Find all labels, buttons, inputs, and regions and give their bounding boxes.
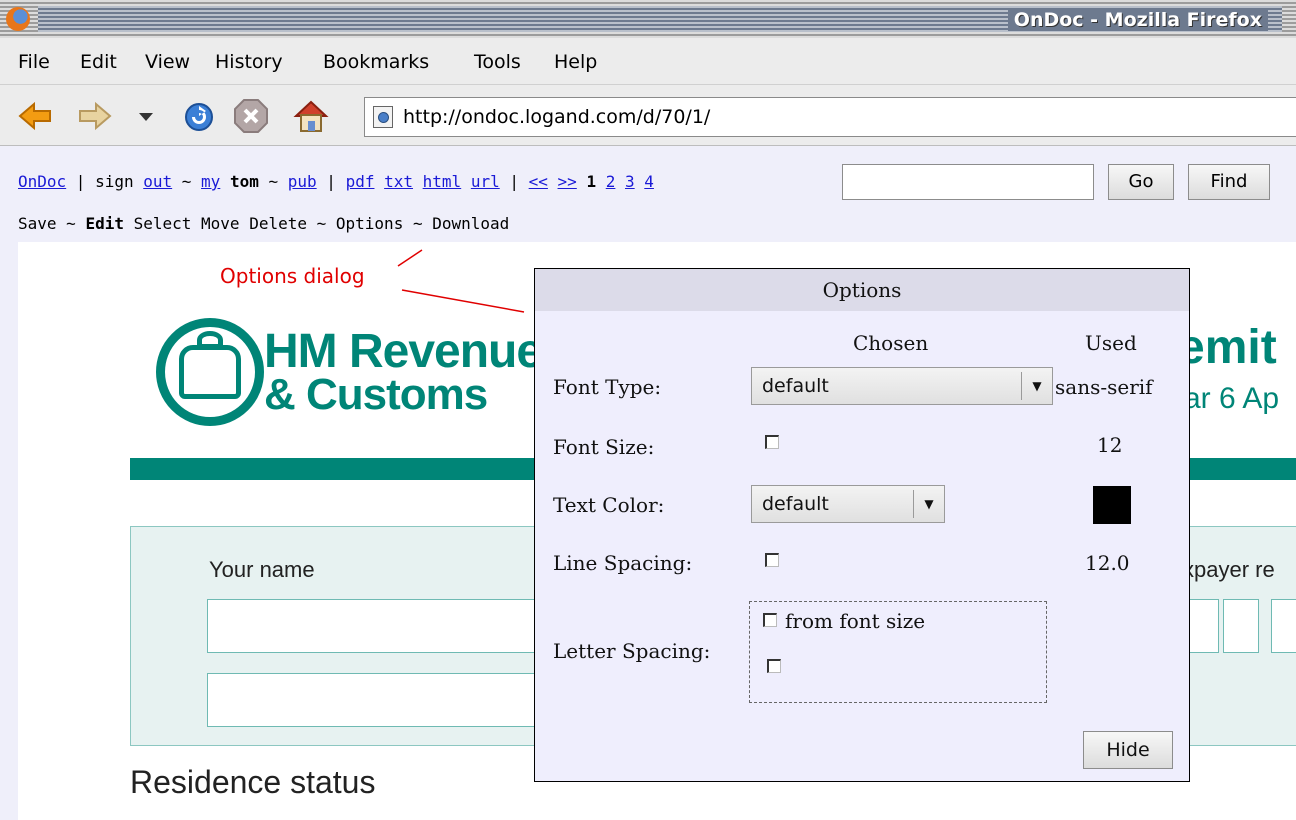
toolbar-text: | — [316, 172, 346, 191]
tax-ref-box-2[interactable] — [1223, 599, 1259, 653]
edit-action[interactable]: Edit — [85, 214, 124, 233]
text-color-value: default — [762, 493, 829, 515]
font-size-label: Font Size: — [553, 435, 655, 459]
toolbar-text: ~ — [268, 172, 288, 191]
hmrc-crest-logo — [156, 318, 264, 426]
window-titlebar[interactable]: OnDoc - Mozilla Firefox — [0, 0, 1296, 38]
username: tom — [220, 172, 269, 191]
pub-link[interactable]: pub — [288, 172, 317, 191]
next-page-link[interactable]: >> — [558, 172, 577, 191]
menu-view[interactable]: View — [145, 51, 190, 73]
chevron-down-icon: ▼ — [913, 490, 944, 518]
menu-tools[interactable]: Tools — [474, 51, 521, 73]
dialog-title[interactable]: Options — [535, 269, 1189, 311]
tax-ref-box-1[interactable] — [1185, 599, 1219, 653]
toolbar-text: | — [499, 172, 529, 191]
your-name-label: Your name — [209, 557, 315, 582]
url-bar[interactable]: http://ondoc.logand.com/d/70/1/ — [364, 97, 1296, 137]
history-dropdown-icon[interactable] — [136, 97, 156, 135]
letter-spacing-label: Letter Spacing: — [553, 639, 711, 663]
sign-out-link[interactable]: out — [143, 172, 172, 191]
my-link[interactable]: my — [201, 172, 220, 191]
font-type-used: sans-serif — [1055, 375, 1153, 399]
pdf-link[interactable]: pdf — [346, 172, 375, 191]
font-type-select[interactable]: default ▼ — [751, 367, 1053, 405]
url-text[interactable]: http://ondoc.logand.com/d/70/1/ — [403, 106, 710, 128]
find-button[interactable]: Find — [1188, 164, 1270, 200]
line-spacing-label: Line Spacing: — [553, 551, 693, 575]
text-color-select[interactable]: default ▼ — [751, 485, 945, 523]
go-button[interactable]: Go — [1108, 164, 1174, 200]
hide-button[interactable]: Hide — [1083, 731, 1173, 769]
menu-help[interactable]: Help — [554, 51, 597, 73]
chevron-down-icon: ▼ — [1021, 372, 1052, 400]
column-used-header: Used — [1085, 331, 1137, 355]
reload-icon[interactable] — [180, 97, 218, 135]
font-type-value: default — [762, 375, 829, 397]
back-icon[interactable] — [16, 97, 54, 135]
html-link[interactable]: html — [423, 172, 462, 191]
from-font-size-checkbox[interactable] — [763, 613, 777, 627]
menu-bar: File Edit View History Bookmarks Tools H… — [0, 38, 1296, 85]
edit-toolbar: Save ~ Edit Select Move Delete ~ Options… — [18, 214, 509, 233]
navigation-toolbar: http://ondoc.logand.com/d/70/1/ — [0, 85, 1296, 146]
forward-icon[interactable] — [76, 97, 114, 135]
find-input[interactable] — [842, 164, 1094, 200]
page-favicon-icon — [373, 106, 393, 128]
save-action[interactable]: Save ~ — [18, 214, 85, 233]
org-name-line2: & Customs — [264, 370, 488, 419]
options-dialog: Options Chosen Used Font Type: default ▼… — [534, 268, 1190, 782]
text-color-label: Text Color: — [553, 493, 665, 517]
edit-toolbar-actions[interactable]: Select Move Delete ~ Options ~ Download — [124, 214, 510, 233]
font-type-label: Font Type: — [553, 375, 662, 399]
from-font-size-label: from font size — [785, 609, 926, 633]
page-4-link[interactable]: 4 — [644, 172, 654, 191]
page-2-link[interactable]: 2 — [606, 172, 616, 191]
text-color-swatch — [1093, 486, 1131, 524]
font-size-checkbox[interactable] — [765, 435, 779, 449]
options-dialog-annotation: Options dialog — [220, 264, 365, 288]
residence-status-heading: Residence status — [130, 764, 376, 800]
page-3-link[interactable]: 3 — [625, 172, 635, 191]
crown-body — [179, 345, 241, 399]
toolbar-text: | sign — [66, 172, 144, 191]
taxpayer-ref-label: xpayer re — [1183, 557, 1275, 582]
menu-file[interactable]: File — [18, 51, 50, 73]
tax-ref-box-3[interactable] — [1271, 599, 1296, 653]
document-title-fragment: emit — [1178, 321, 1277, 374]
home-icon[interactable] — [292, 97, 330, 135]
font-size-used: 12 — [1097, 433, 1123, 457]
current-page: 1 — [586, 172, 597, 191]
prev-page-link[interactable]: << — [529, 172, 548, 191]
line-spacing-checkbox[interactable] — [765, 553, 779, 567]
stop-icon[interactable] — [232, 97, 270, 135]
menu-bookmarks[interactable]: Bookmarks — [323, 51, 429, 73]
letter-spacing-checkbox[interactable] — [767, 659, 781, 673]
url-link[interactable]: url — [471, 172, 500, 191]
menu-history[interactable]: History — [215, 51, 283, 73]
menu-edit[interactable]: Edit — [80, 51, 117, 73]
window-title: OnDoc - Mozilla Firefox — [1007, 9, 1268, 31]
column-chosen-header: Chosen — [853, 331, 929, 355]
document-subtitle-fragment: ar 6 Ap — [1184, 382, 1280, 415]
ondoc-link[interactable]: OnDoc — [18, 172, 66, 191]
annotation-pointer — [397, 249, 525, 313]
line-spacing-used: 12.0 — [1085, 551, 1130, 575]
ondoc-toolbar: OnDoc | sign out ~ my tom ~ pub | pdf tx… — [18, 172, 654, 191]
toolbar-text: ~ — [172, 172, 202, 191]
txt-link[interactable]: txt — [384, 172, 413, 191]
firefox-icon — [6, 7, 30, 31]
